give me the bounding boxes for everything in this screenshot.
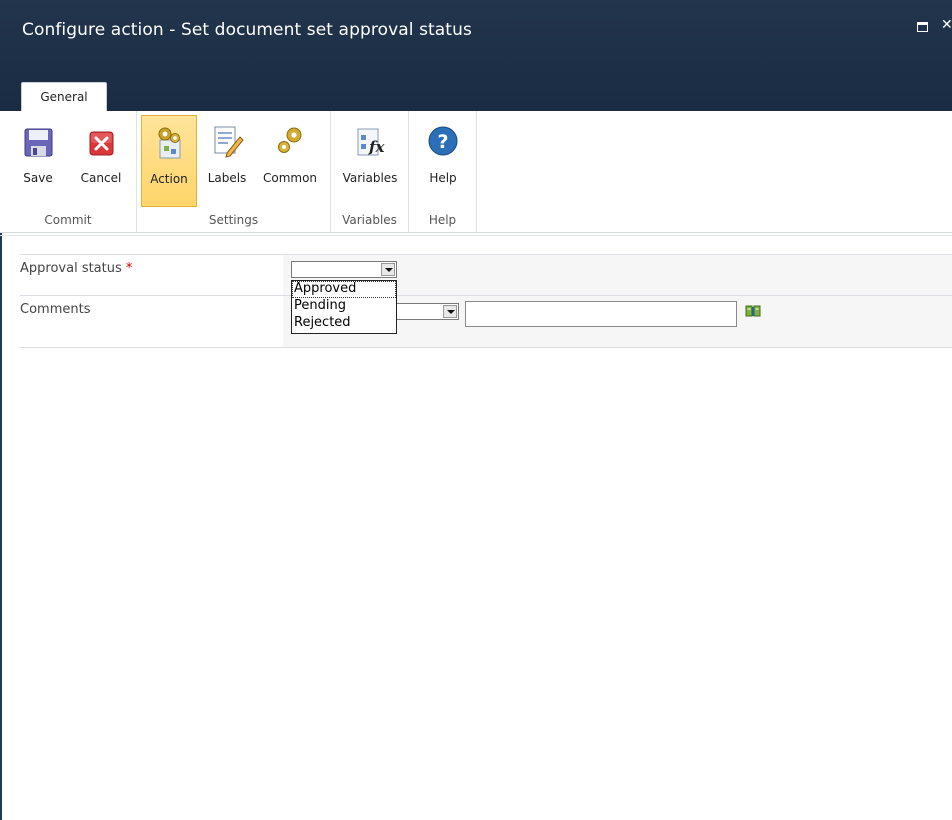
action-button[interactable]: Action [141, 115, 197, 207]
cancel-icon [89, 131, 114, 156]
required-marker: * [125, 261, 133, 276]
group-label-variables: Variables [342, 213, 397, 227]
option-approved[interactable]: Approved [292, 281, 396, 298]
fx-variables-icon: fx [357, 128, 385, 156]
common-label: Common [262, 171, 318, 185]
group-label-commit: Commit [44, 213, 92, 227]
save-label: Save [23, 171, 53, 185]
svg-text:?: ? [437, 131, 448, 153]
comments-text-input[interactable] [465, 301, 737, 327]
ribbon-divider [0, 235, 952, 236]
tab-general[interactable]: General [21, 82, 107, 111]
approval-status-select[interactable] [291, 261, 397, 278]
close-icon[interactable]: ✕ [941, 18, 952, 32]
comments-label: Comments [20, 302, 91, 317]
address-book-icon[interactable] [745, 304, 761, 318]
labels-icon [214, 126, 244, 158]
labels-label: Labels [207, 171, 247, 185]
svg-text:fx: fx [368, 138, 385, 156]
option-rejected[interactable]: Rejected [292, 315, 396, 332]
dialog-title: Configure action - Set document set appr… [22, 20, 472, 40]
ribbon: Save Cancel Commit Action Labels Common … [0, 111, 952, 233]
approval-status-options-list: Approved Pending Rejected [291, 280, 397, 334]
title-bar: Configure action - Set document set appr… [0, 0, 952, 111]
ribbon-group-settings: Action Labels Common Settings [137, 111, 331, 233]
maximize-icon[interactable] [917, 22, 928, 32]
chevron-down-icon[interactable] [443, 305, 457, 318]
approval-status-row: Approval status * [20, 254, 952, 295]
ribbon-group-variables: fx Variables Variables [331, 111, 409, 233]
save-button[interactable]: Save [16, 115, 60, 207]
cancel-label: Cancel [80, 171, 122, 185]
variables-label: Variables [342, 171, 398, 185]
approval-status-label-text: Approval status [20, 261, 122, 276]
ribbon-group-help: ? Help Help [409, 111, 477, 233]
help-button[interactable]: ? Help [419, 115, 467, 207]
group-label-help: Help [428, 213, 457, 227]
action-label: Action [150, 172, 188, 186]
group-label-settings: Settings [208, 213, 259, 227]
variables-button[interactable]: fx Variables [335, 115, 405, 207]
help-label: Help [429, 171, 457, 185]
option-pending[interactable]: Pending [292, 298, 396, 315]
ribbon-group-commit: Save Cancel Commit [0, 111, 137, 233]
action-gears-icon [158, 127, 181, 159]
chevron-down-icon[interactable] [381, 263, 395, 276]
cancel-button[interactable]: Cancel [74, 115, 128, 207]
common-gears-icon [278, 127, 302, 153]
labels-button[interactable]: Labels [203, 115, 251, 207]
approval-status-label: Approval status * [20, 261, 132, 276]
save-icon [24, 128, 53, 157]
help-icon: ? [428, 126, 458, 156]
common-button[interactable]: Common [257, 115, 323, 207]
